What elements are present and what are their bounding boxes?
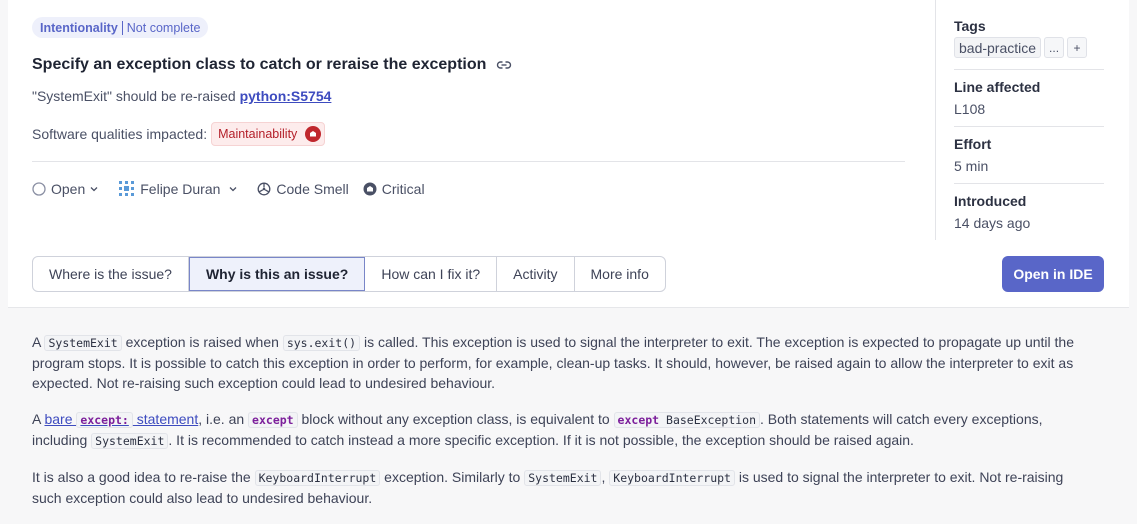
qualities-label: Software qualities impacted: bbox=[32, 126, 208, 142]
text: , i.e. an bbox=[198, 411, 249, 427]
text: A bbox=[32, 411, 45, 427]
tag-bad-practice[interactable]: bad-practice bbox=[954, 37, 1042, 58]
text: exception is raised when bbox=[121, 334, 283, 350]
code-smell-icon bbox=[257, 182, 271, 195]
introduced-value: 14 days ago bbox=[954, 215, 1031, 231]
inline-code: sys.exit() bbox=[282, 335, 361, 351]
text: A bbox=[32, 334, 45, 350]
inline-code: except BaseException bbox=[613, 412, 761, 428]
chevron-down-icon bbox=[229, 186, 237, 191]
link-text: statement bbox=[132, 411, 199, 427]
bare-except-link[interactable]: bare except: statement bbox=[44, 411, 199, 428]
tags-section: Tags bad-practice ... + bbox=[954, 18, 1104, 70]
avatar-icon bbox=[119, 181, 135, 196]
inline-code: SystemExit bbox=[524, 470, 602, 486]
tab-how-can-i-fix-it[interactable]: How can I fix it? bbox=[365, 257, 498, 291]
status-label: Open bbox=[51, 180, 86, 197]
description-paragraph: A bare except: statement, i.e. an except… bbox=[32, 409, 1092, 451]
sidebar-rule bbox=[954, 69, 1104, 70]
severity-label: Critical bbox=[381, 180, 425, 197]
sidebar-divider bbox=[935, 0, 936, 240]
inline-code: KeyboardInterrupt bbox=[254, 470, 381, 486]
maintainability-label: Maintainability bbox=[218, 127, 298, 141]
issue-title: Specify an exception class to catch or r… bbox=[32, 56, 512, 74]
issue-header-card: Intentionality Not complete Specify an e… bbox=[8, 0, 1129, 308]
text: exception. Similarly to bbox=[380, 469, 525, 485]
open-in-ide-button[interactable]: Open in IDE bbox=[1002, 256, 1104, 292]
line-affected-label: Line affected bbox=[954, 79, 1041, 95]
rule-link[interactable]: python:S5754 bbox=[240, 88, 332, 104]
header-divider bbox=[32, 161, 905, 162]
attribute-status: Not complete bbox=[126, 20, 201, 35]
description-paragraph: It is also a good idea to re-raise the K… bbox=[32, 467, 1092, 508]
status-dropdown[interactable]: Open bbox=[32, 181, 104, 197]
text: . It is recommended to catch instead a m… bbox=[168, 432, 914, 448]
permalink-icon[interactable] bbox=[496, 57, 512, 73]
rule-description: A SystemExit exception is raised when sy… bbox=[32, 332, 1092, 524]
issue-message: "SystemExit" should be re-raised python:… bbox=[32, 88, 331, 104]
text: It is also a good idea to re-raise the bbox=[32, 469, 255, 485]
chip-separator bbox=[121, 20, 123, 35]
issue-message-text: "SystemExit" should be re-raised bbox=[32, 88, 236, 104]
issue-severity: Critical bbox=[363, 181, 425, 197]
attribute-label: Intentionality bbox=[40, 20, 118, 35]
sidebar-rule bbox=[954, 183, 1104, 184]
issue-tabs: Where is the issue? Why is this an issue… bbox=[32, 256, 666, 292]
more-tags-button[interactable]: ... bbox=[1044, 37, 1065, 58]
effort-section: Effort 5 min bbox=[954, 136, 1104, 184]
line-affected-value: L108 bbox=[954, 101, 986, 117]
link-text: bare bbox=[44, 411, 77, 427]
add-tag-button[interactable]: + bbox=[1067, 37, 1088, 58]
chevron-down-icon bbox=[90, 186, 98, 191]
issue-type: Code Smell bbox=[257, 180, 349, 197]
inline-code: except: bbox=[76, 412, 133, 428]
issue-title-text: Specify an exception class to catch or r… bbox=[32, 56, 487, 73]
inline-code: KeyboardInterrupt bbox=[609, 470, 735, 486]
effort-value: 5 min bbox=[954, 158, 989, 174]
tab-activity[interactable]: Activity bbox=[497, 257, 575, 291]
issue-type-label: Code Smell bbox=[276, 180, 349, 197]
clean-code-attribute-chip[interactable]: Intentionality Not complete bbox=[32, 17, 209, 38]
issue-meta-row: Open Felipe Duran Code Smell Critical bbox=[32, 180, 439, 197]
maintainability-badge[interactable]: Maintainability bbox=[211, 122, 326, 146]
inline-code: except bbox=[248, 412, 298, 428]
severity-high-icon bbox=[305, 126, 322, 142]
inline-code: SystemExit bbox=[44, 335, 122, 351]
status-open-icon bbox=[32, 181, 46, 196]
introduced-label: Introduced bbox=[954, 193, 1027, 209]
tab-why-is-this-an-issue[interactable]: Why is this an issue? bbox=[188, 257, 366, 291]
sidebar-rule bbox=[954, 126, 1104, 127]
tab-where-is-the-issue[interactable]: Where is the issue? bbox=[33, 257, 189, 291]
tags-row: bad-practice ... + bbox=[954, 37, 1104, 58]
tab-more-info[interactable]: More info bbox=[575, 257, 665, 291]
text: block without any exception class, is eq… bbox=[297, 411, 614, 427]
software-qualities: Software qualities impacted: Maintainabi… bbox=[32, 122, 326, 146]
effort-label: Effort bbox=[954, 136, 992, 152]
assignee-dropdown[interactable]: Felipe Duran bbox=[118, 180, 243, 197]
critical-severity-icon bbox=[363, 182, 377, 195]
tags-label: Tags bbox=[954, 18, 986, 34]
code-text: BaseException bbox=[659, 413, 757, 427]
introduced-section: Introduced 14 days ago bbox=[954, 193, 1104, 231]
line-affected-section: Line affected L108 bbox=[954, 79, 1104, 127]
inline-code: SystemExit bbox=[91, 433, 169, 449]
code-keyword: except bbox=[617, 413, 660, 427]
assignee-name: Felipe Duran bbox=[140, 180, 221, 197]
description-paragraph: A SystemExit exception is raised when sy… bbox=[32, 332, 1092, 393]
